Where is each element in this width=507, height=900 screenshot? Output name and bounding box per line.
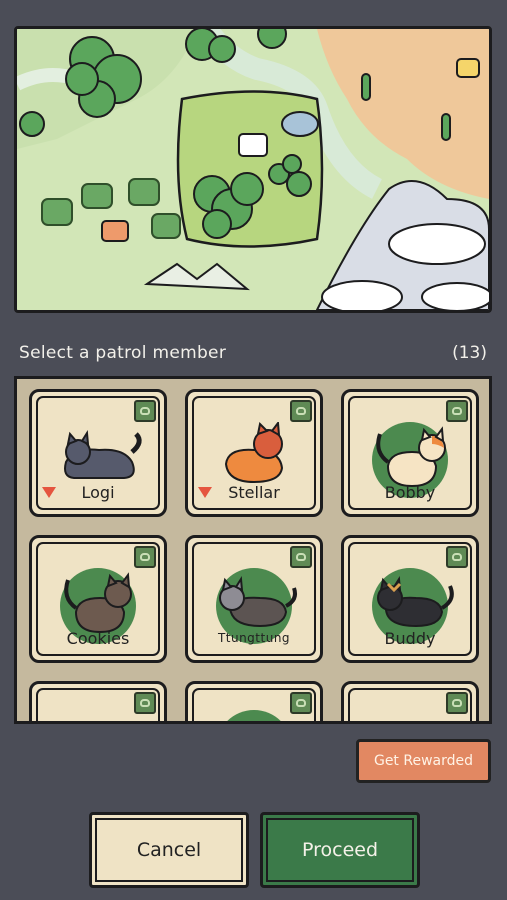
cancel-label: Cancel (136, 839, 202, 861)
cat-face-badge-icon (446, 546, 468, 568)
cat-portrait-bobby (376, 426, 446, 488)
cat-name: Stellar (228, 483, 280, 502)
cat-card-partial[interactable] (185, 681, 323, 721)
cat-face-badge-icon (134, 400, 156, 422)
cat-name: Ttungttung (217, 631, 291, 645)
proceed-button[interactable]: Proceed (260, 812, 420, 888)
cat-card-bobby[interactable]: Bobby (341, 389, 479, 517)
cat-portrait-buddy (377, 575, 454, 628)
cat-card-stellar[interactable]: Stellar (185, 389, 323, 517)
cancel-button[interactable]: Cancel (89, 812, 249, 888)
cat-card-cookies[interactable]: Cookies (29, 535, 167, 663)
cat-card-buddy[interactable]: Buddy (341, 535, 479, 663)
select-patrol-title: Select a patrol member (19, 343, 227, 363)
cat-portrait-logi (64, 429, 142, 479)
cat-name: Buddy (384, 629, 436, 648)
cat-portrait-stellar (224, 422, 284, 484)
cat-name: Logi (81, 483, 115, 502)
cat-face-badge-icon (134, 692, 156, 714)
proceed-label: Proceed (301, 839, 379, 861)
cat-portrait-ttungttung (219, 575, 297, 628)
cat-face-badge-icon (134, 546, 156, 568)
cat-grid[interactable]: Logi Stellar Bobby Cookies Ttungttung Bu… (14, 376, 492, 724)
cat-name: Cookies (66, 629, 130, 648)
cat-portrait-cookies (64, 572, 132, 634)
cat-face-badge-icon (446, 692, 468, 714)
cat-card-ttungttung[interactable]: Ttungttung (185, 535, 323, 663)
get-rewarded-button[interactable]: Get Rewarded (356, 739, 491, 783)
cat-face-badge-icon (290, 546, 312, 568)
cat-name: Bobby (384, 483, 436, 502)
cat-card-logi[interactable]: Logi (29, 389, 167, 517)
cat-face-badge-icon (290, 400, 312, 422)
cat-card-partial[interactable] (29, 681, 167, 721)
cat-face-badge-icon (446, 400, 468, 422)
cat-card-partial[interactable] (341, 681, 479, 721)
patrol-count: (13) (452, 343, 487, 363)
cat-face-badge-icon (290, 692, 312, 714)
patrol-map (14, 26, 492, 313)
